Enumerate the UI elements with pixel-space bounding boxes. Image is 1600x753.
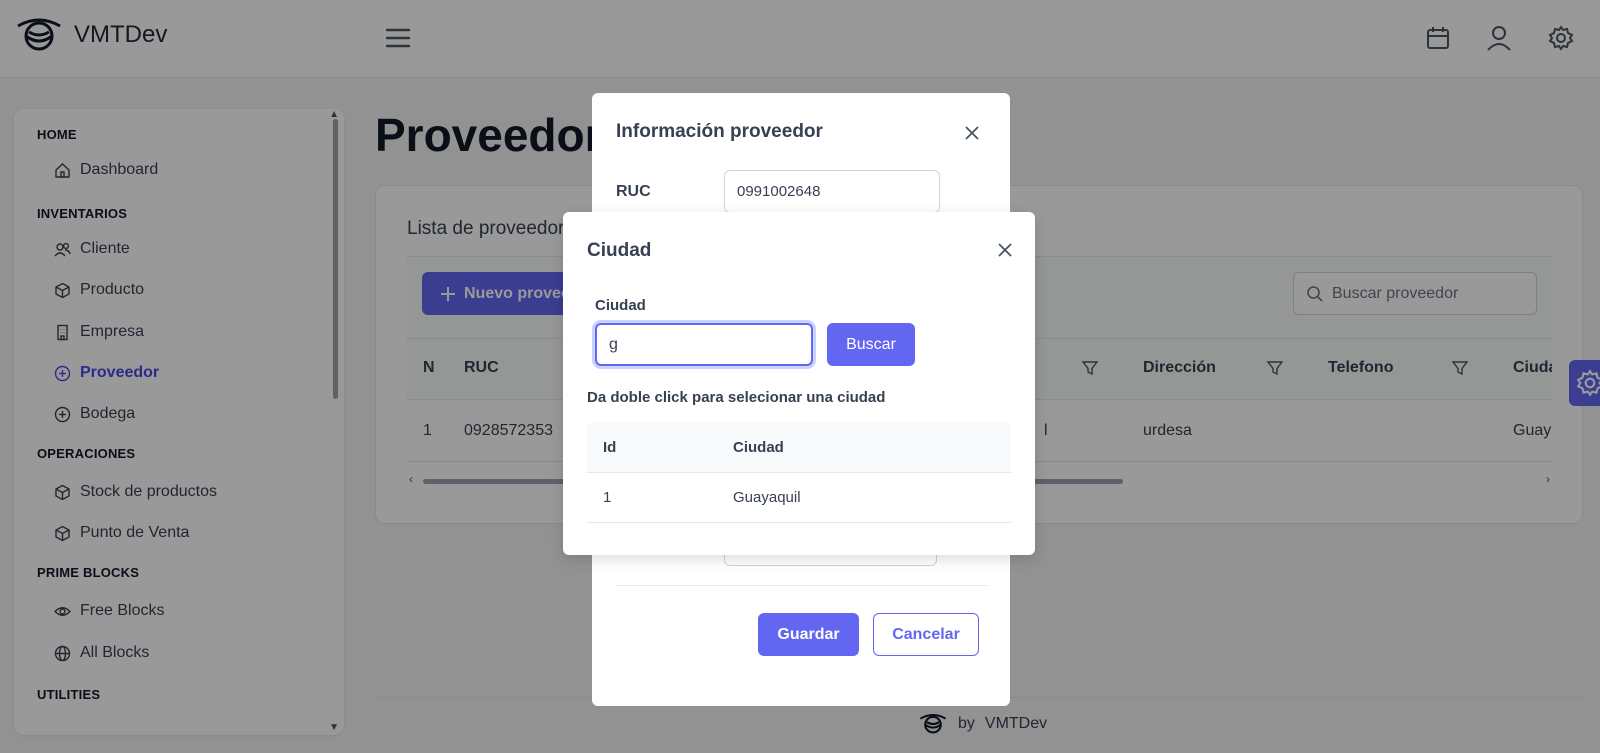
city-table-header: Id Ciudad [587, 423, 1011, 473]
dialog-divider [616, 585, 987, 586]
city-dialog: Ciudad Ciudad Buscar Da doble click para… [563, 212, 1035, 555]
cell-ciudad: Guayaquil [733, 489, 801, 506]
cancel-button[interactable]: Cancelar [873, 613, 979, 656]
column-header-id: Id [603, 439, 617, 456]
city-field-label: Ciudad [595, 297, 646, 314]
dialog-title: Ciudad [587, 240, 652, 261]
cell-id: 1 [603, 489, 612, 506]
ruc-input[interactable] [724, 170, 940, 213]
city-hint: Da doble click para selecionar una ciuda… [587, 389, 886, 406]
column-header-ciudad: Ciudad [733, 439, 784, 456]
dialog-title: Información proveedor [616, 121, 823, 142]
close-icon[interactable] [962, 123, 982, 143]
ruc-label: RUC [616, 183, 651, 200]
close-icon[interactable] [995, 240, 1015, 260]
table-row[interactable]: 1 Guayaquil [587, 473, 1011, 523]
save-button[interactable]: Guardar [758, 613, 859, 656]
search-button[interactable]: Buscar [827, 323, 915, 366]
city-search-input[interactable] [595, 323, 813, 366]
